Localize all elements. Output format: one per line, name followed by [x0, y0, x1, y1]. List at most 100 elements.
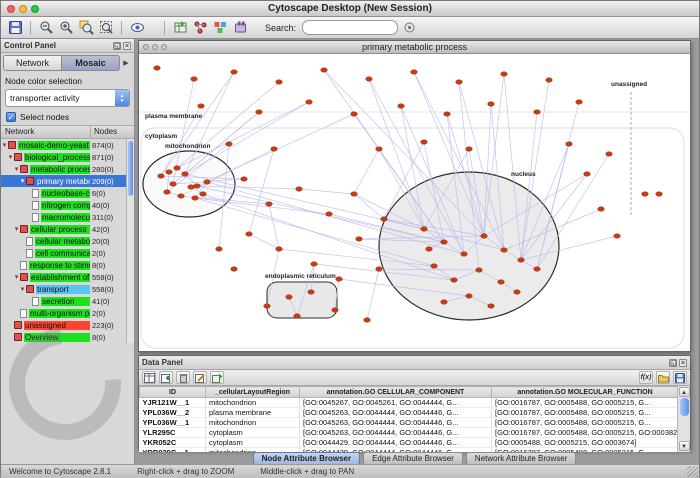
- table-cell[interactable]: [GO:0016787, GO:0005488, GO:0005215, GO:…: [492, 428, 679, 438]
- zoom-fit-button[interactable]: [97, 19, 115, 37]
- search-options-button[interactable]: [400, 19, 418, 37]
- graph-node[interactable]: [231, 267, 238, 272]
- tab-node-attribute-browser[interactable]: Node Attribute Browser: [253, 452, 361, 464]
- table-cell[interactable]: [GO:0016787, GO:0005488, GO:0005215, G..…: [492, 398, 679, 408]
- import-network-button[interactable]: [171, 19, 189, 37]
- graph-node[interactable]: [351, 192, 358, 197]
- graph-node[interactable]: [321, 68, 328, 73]
- graph-node[interactable]: [226, 142, 233, 147]
- tree-item-cellular-process[interactable]: ▾cellular process42(0): [1, 223, 134, 235]
- graph-node[interactable]: [656, 192, 663, 197]
- graph-node[interactable]: [256, 110, 263, 115]
- graph-node[interactable]: [336, 277, 343, 282]
- graph-node[interactable]: [642, 192, 649, 197]
- graph-node[interactable]: [264, 304, 271, 309]
- graph-node[interactable]: [376, 147, 383, 152]
- tree-expand-icon[interactable]: ▾: [19, 285, 26, 293]
- graph-node[interactable]: [518, 258, 525, 263]
- table-cell[interactable]: mitochondrion: [206, 398, 300, 408]
- open-attributes-button[interactable]: [656, 371, 670, 384]
- graph-node[interactable]: [431, 264, 438, 269]
- window-titlebar[interactable]: Cytoscape Desktop (New Session): [1, 1, 699, 17]
- table-cell[interactable]: YKR052C: [140, 438, 206, 448]
- graph-node[interactable]: [376, 267, 383, 272]
- select-nodes-checkbox[interactable]: ✓: [6, 112, 16, 122]
- graph-node[interactable]: [441, 300, 448, 305]
- tabs-overflow-arrow-icon[interactable]: ▶: [120, 59, 132, 67]
- tree-item-transport[interactable]: ▾transport558(0): [1, 283, 134, 295]
- graph-node[interactable]: [426, 247, 433, 252]
- tree-item-biological-process[interactable]: ▾biological_process871(0): [1, 151, 134, 163]
- table-cell[interactable]: YLR295C: [140, 428, 206, 438]
- table-row[interactable]: YJR121W__1mitochondrion[GO:0045267, GO:0…: [140, 398, 679, 408]
- graph-node[interactable]: [308, 290, 315, 295]
- tree-expand-icon[interactable]: ▾: [13, 165, 20, 173]
- network-canvas[interactable]: plasma membranecytoplasmmitochondrionnuc…: [139, 54, 690, 351]
- close-panel-icon[interactable]: ×: [123, 42, 131, 50]
- table-row[interactable]: YPL036W__1mitochondrion[GO:0045263, GO:0…: [140, 418, 679, 428]
- formula-builder-button[interactable]: f(x): [639, 371, 653, 384]
- graph-node[interactable]: [534, 267, 541, 272]
- graph-node[interactable]: [498, 280, 505, 285]
- graph-node[interactable]: [294, 314, 301, 319]
- table-cell[interactable]: [GO:0045263, GO:0044444, GO:0044446, G..…: [300, 428, 492, 438]
- close-panel-icon[interactable]: ×: [679, 359, 687, 367]
- graph-node[interactable]: [158, 174, 165, 179]
- graph-node[interactable]: [191, 77, 198, 82]
- import-attributes-button[interactable]: [210, 371, 224, 384]
- graph-node[interactable]: [266, 202, 273, 207]
- save-session-button[interactable]: [6, 19, 24, 37]
- zoom-in-button[interactable]: [57, 19, 75, 37]
- select-attributes-button[interactable]: [142, 371, 156, 384]
- graph-node[interactable]: [164, 190, 171, 195]
- graph-node[interactable]: [441, 240, 448, 245]
- graph-node[interactable]: [584, 172, 591, 177]
- graph-node[interactable]: [216, 247, 223, 252]
- graph-node[interactable]: [444, 112, 451, 117]
- delete-attribute-button[interactable]: [176, 371, 190, 384]
- graph-node[interactable]: [276, 80, 283, 85]
- tab-network-attribute-browser[interactable]: Network Attribute Browser: [466, 452, 576, 464]
- table-cell[interactable]: [GO:0045263, GO:0044444, GO:0044446, G..…: [300, 418, 492, 428]
- tree-item-macromolecule[interactable]: macromolecule311(0): [1, 211, 134, 223]
- graph-node[interactable]: [188, 185, 195, 190]
- graph-node[interactable]: [178, 194, 185, 199]
- table-cell[interactable]: mitochondrion: [206, 418, 300, 428]
- tree-expand-icon[interactable]: ▾: [13, 273, 20, 281]
- table-cell[interactable]: cytoplasm: [206, 438, 300, 448]
- graph-node[interactable]: [501, 72, 508, 77]
- tree-item-metabolic-process[interactable]: ▾metabolic process280(0): [1, 163, 134, 175]
- modify-attribute-button[interactable]: [193, 371, 207, 384]
- table-cell[interactable]: plasma membrane: [206, 408, 300, 418]
- graph-node[interactable]: [566, 142, 573, 147]
- graph-node[interactable]: [351, 112, 358, 117]
- table-cell[interactable]: [GO:0045267, GO:0045261, GO:0044444, G..…: [300, 398, 492, 408]
- graph-node[interactable]: [456, 80, 463, 85]
- tree-item-cell-communica[interactable]: cell communica2(0): [1, 247, 134, 259]
- graph-node[interactable]: [488, 304, 495, 309]
- graph-node[interactable]: [271, 147, 278, 152]
- table-cell[interactable]: YPL036W__2: [140, 408, 206, 418]
- plugins-button[interactable]: [231, 19, 249, 37]
- graph-node[interactable]: [606, 152, 613, 157]
- tree-item-cellular-metabo[interactable]: cellular metabo20(0): [1, 235, 134, 247]
- scroll-down-icon[interactable]: ▼: [679, 441, 690, 451]
- column-header[interactable]: ID: [140, 387, 206, 398]
- graph-node[interactable]: [182, 172, 189, 177]
- graph-node[interactable]: [192, 196, 199, 201]
- save-attributes-button[interactable]: [673, 371, 687, 384]
- graph-node[interactable]: [466, 294, 473, 299]
- tree-item-multi-organism-pro[interactable]: multi-organism pro2(0): [1, 307, 134, 319]
- table-cell[interactable]: [GO:0005488, GO:0005215, GO:0003674]: [492, 438, 679, 448]
- graph-node[interactable]: [476, 268, 483, 273]
- graph-node[interactable]: [154, 66, 161, 71]
- tree-item-nitrogen-compo[interactable]: nitrogen compo40(0): [1, 199, 134, 211]
- graph-node[interactable]: [364, 318, 371, 323]
- graph-node[interactable]: [204, 180, 211, 185]
- graph-node[interactable]: [514, 290, 521, 295]
- table-cell[interactable]: YPL036W__1: [140, 418, 206, 428]
- graph-node[interactable]: [326, 212, 333, 217]
- column-header[interactable]: _cellularLayoutRegion: [206, 387, 300, 398]
- graph-node[interactable]: [166, 170, 173, 175]
- graph-node[interactable]: [311, 262, 318, 267]
